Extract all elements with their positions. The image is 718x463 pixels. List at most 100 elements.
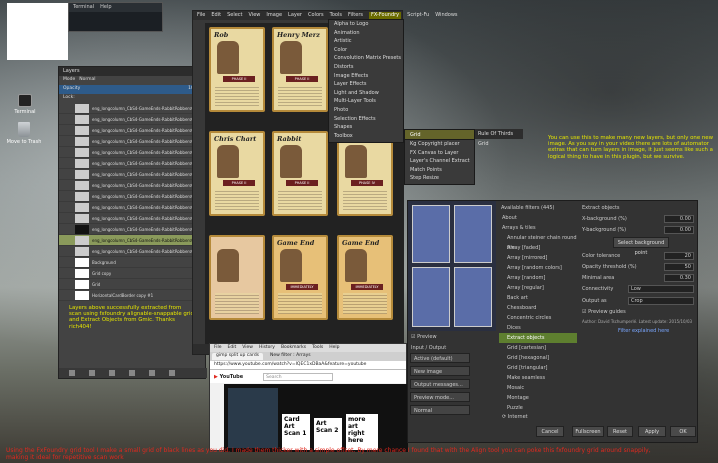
gimp-menu-view[interactable]: View <box>249 12 261 19</box>
layer-row[interactable]: Background <box>59 257 205 268</box>
apply-button[interactable]: Apply <box>638 426 666 437</box>
gimp-menu-tools[interactable]: Tools <box>330 12 342 19</box>
fx-menu-item[interactable]: Color <box>329 46 403 55</box>
ok-button[interactable]: OK <box>670 426 696 437</box>
duplicate-layer-icon[interactable] <box>129 370 135 376</box>
filter-item[interactable]: Make seamless <box>499 373 577 383</box>
fx-menu-item[interactable]: Light and Shadow <box>329 89 403 98</box>
reset-button[interactable]: Reset <box>607 426 633 437</box>
raise-layer-icon[interactable] <box>89 370 95 376</box>
browser-menu-file[interactable]: File <box>214 345 222 351</box>
fullscreen-button[interactable]: Fullscreen <box>572 426 604 437</box>
opacity-slider[interactable]: Opacity 100.0 <box>59 85 205 94</box>
fx-menu-item[interactable]: Convolution Matrix Presets <box>329 54 403 63</box>
output-select[interactable]: Crop <box>628 296 694 305</box>
grid-menu-item[interactable]: Kg Copyright placer <box>405 140 474 149</box>
connectivity-select[interactable]: Low <box>628 284 694 293</box>
gimp-menu-image[interactable]: Image <box>266 12 282 19</box>
io-option[interactable]: New image <box>410 366 470 376</box>
layer-row[interactable]: eng_longcolumn_CbS4-GameEnds-RabbitRobbe… <box>59 114 205 125</box>
preview-toggle[interactable]: ☑ Preview <box>411 334 437 340</box>
desktop-icon-trash[interactable]: Move to Trash <box>5 122 43 145</box>
gmic-window[interactable]: ☑ Preview Input / Output Active (default… <box>407 200 698 443</box>
fx-menu-item[interactable]: Artistic <box>329 37 403 46</box>
grid-menu-item[interactable]: Layer's Channel Extract <box>405 157 474 166</box>
filter-item[interactable]: Array [random colors] <box>499 263 577 273</box>
filter-item[interactable]: Back art <box>499 293 577 303</box>
select-background-point-button[interactable]: Select background point <box>613 237 669 256</box>
grid-menu-item[interactable]: Step Resize <box>405 174 474 183</box>
filter-item[interactable]: Montage <box>499 393 577 403</box>
gimp-menu-colors[interactable]: Colors <box>308 12 324 19</box>
layer-row[interactable]: HorizontalCardBorder copy #1 <box>59 290 205 301</box>
param-value[interactable]: 0.30 <box>664 273 694 282</box>
filter-explained-link[interactable]: Filter explained here <box>618 328 669 334</box>
desktop-icon-terminal[interactable]: Terminal <box>6 94 44 115</box>
video-player[interactable]: Card Art Scan 1 Art Scan 2 more art righ… <box>224 384 408 452</box>
gimp-menu-file[interactable]: File <box>197 12 205 19</box>
browser-menu-bookmarks[interactable]: Bookmarks <box>281 345 306 351</box>
filter-item[interactable]: Mosaic <box>499 383 577 393</box>
browser-menu-edit[interactable]: Edit <box>228 345 237 351</box>
fx-foundry-menu[interactable]: Alpha to Logo Animation Artistic Color Convo… <box>328 19 404 143</box>
browser-menu-help[interactable]: Help <box>329 345 339 351</box>
youtube-logo[interactable]: ▶ YouTube <box>214 374 243 380</box>
fx-menu-item[interactable]: Toolbox <box>329 132 403 141</box>
preview-guides-toggle[interactable]: ☑ Preview guides <box>582 309 626 315</box>
gmic-preview[interactable] <box>408 201 496 331</box>
terminal-window[interactable]: Terminal Help <box>68 2 163 32</box>
filter-tree[interactable]: About Arrays & tiles Annular steiner cha… <box>499 213 577 413</box>
new-layer-icon[interactable] <box>69 370 75 376</box>
cancel-button[interactable]: Cancel <box>536 426 564 437</box>
filter-item[interactable]: Grid [cartesian] <box>499 343 577 353</box>
layers-mode-row[interactable]: Mode Normal <box>59 76 205 85</box>
tab-new-filter[interactable]: New filter : Arrays <box>266 353 315 360</box>
fx-menu-item[interactable]: Photo <box>329 106 403 115</box>
gimp-menu-filters[interactable]: Filters <box>348 12 363 19</box>
layer-row[interactable]: eng_longcolumn_CbS4-GameEnds-RabbitRobbe… <box>59 147 205 158</box>
filter-item[interactable]: Dices <box>499 323 577 333</box>
filter-item[interactable]: Array [regular] <box>499 283 577 293</box>
filter-item[interactable]: Annular steiner chain round tile <box>499 233 577 251</box>
grid-menu-item[interactable]: FX Canvas to Layer <box>405 149 474 158</box>
fx-menu-item[interactable]: Animation <box>329 29 403 38</box>
grid-menu-item[interactable]: Match Points <box>405 166 474 175</box>
url-bar[interactable]: https://www.youtube.com/watch?v=IQEC1xDB… <box>210 361 406 370</box>
gimp-menu-windows[interactable]: Windows <box>435 12 457 19</box>
layer-row[interactable]: eng_longcolumn_CbS4-GameEnds-RabbitRobbe… <box>59 246 205 257</box>
layers-panel[interactable]: Layers Mode Normal Opacity 100.0 Lock: e… <box>58 66 207 379</box>
fx-menu-item[interactable]: Multi-Layer Tools <box>329 97 403 106</box>
layer-row[interactable]: eng_longcolumn_CbS4-GameEnds-RabbitRobbe… <box>59 125 205 136</box>
layer-row[interactable]: eng_longcolumn_CbS4-GameEnds-RabbitRobbe… <box>59 169 205 180</box>
internet-toggle[interactable]: ⟳ Internet <box>502 414 528 420</box>
io-option[interactable]: Output messages... <box>410 379 470 389</box>
lower-layer-icon[interactable] <box>109 370 115 376</box>
filter-item[interactable]: Concentric circles <box>499 313 577 323</box>
layer-row[interactable]: eng_longcolumn_CbS4-GameEnds-RabbitRobbe… <box>59 213 205 224</box>
io-option[interactable]: Active (default) <box>410 353 470 363</box>
gimp-menu-script-fu[interactable]: Script-Fu <box>407 12 429 19</box>
terminal-menu-help[interactable]: Help <box>100 4 111 11</box>
gimp-menu-layer[interactable]: Layer <box>288 12 302 19</box>
filter-item[interactable]: Extract objects <box>499 333 577 343</box>
fx-menu-item[interactable]: Shapes <box>329 123 403 132</box>
browser-window[interactable]: File Edit View History Bookmarks Tools Help gi… <box>209 343 408 452</box>
param-value[interactable]: 0.00 <box>664 225 694 234</box>
youtube-search-input[interactable]: Search <box>263 372 334 381</box>
browser-menu-view[interactable]: View <box>242 345 253 351</box>
mode-select[interactable]: Normal <box>79 77 95 84</box>
filter-item[interactable]: Grid [hexagonal] <box>499 353 577 363</box>
layer-row[interactable]: eng_longcolumn_CbS4-GameEnds-RabbitRobbe… <box>59 224 205 235</box>
delete-layer-icon[interactable] <box>169 370 175 376</box>
fx-menu-item[interactable]: Selection Effects <box>329 115 403 124</box>
filter-item[interactable]: Puzzle <box>499 403 577 413</box>
fx-menu-item[interactable]: Distorts <box>329 63 403 72</box>
category-about[interactable]: About <box>499 213 577 223</box>
filter-item[interactable]: Array [random] <box>499 273 577 283</box>
gimp-menu-fx-foundry[interactable]: FX-Foundry <box>369 12 402 19</box>
layer-row[interactable]: eng_longcolumn_CbS4-GameEnds-RabbitRobbe… <box>59 202 205 213</box>
layer-row[interactable]: Grid <box>59 279 205 290</box>
layer-row[interactable]: eng_longcolumn_CbS4-GameEnds-RabbitRobbe… <box>59 136 205 147</box>
category-arrays-tiles[interactable]: Arrays & tiles <box>499 223 577 233</box>
layer-row[interactable]: eng_longcolumn_CbS4-GameEnds-RabbitRobbe… <box>59 103 205 114</box>
